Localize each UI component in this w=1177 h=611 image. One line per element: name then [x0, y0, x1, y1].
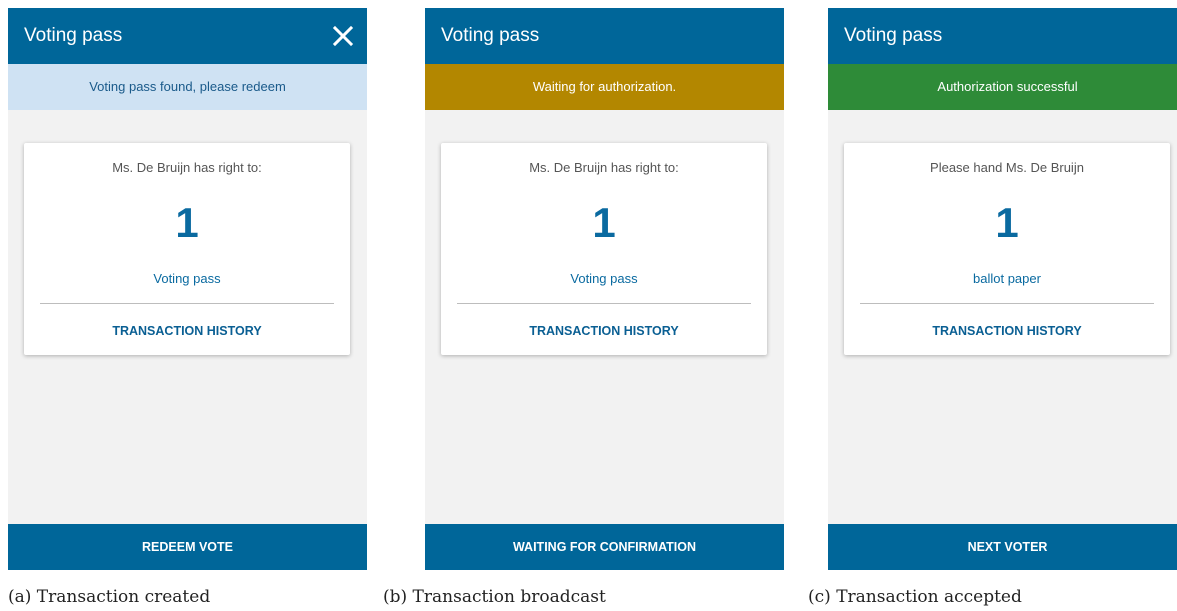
app-bar: Voting pass — [828, 8, 1177, 64]
transaction-history-link[interactable]: TRANSACTION HISTORY — [844, 324, 1170, 338]
card-count: 1 — [592, 199, 616, 246]
card-divider — [457, 303, 751, 304]
ballot-card: Please hand Ms. De Bruijn 1 ballot paper… — [844, 143, 1170, 355]
card-count: 1 — [995, 199, 1019, 246]
app-bar-title: Voting pass — [844, 25, 943, 46]
app-bar: Voting pass — [8, 8, 367, 64]
caption-transaction-broadcast: (b) Transaction broadcast — [383, 587, 606, 607]
status-banner-success: Authorization successful — [828, 64, 1177, 110]
caption-transaction-accepted: (c) Transaction accepted — [808, 587, 1022, 607]
phone-screen-transaction-broadcast: Voting pass Waiting for authorization. M… — [425, 8, 784, 570]
card-divider — [860, 303, 1154, 304]
redeem-vote-button[interactable]: REDEEM VOTE — [8, 524, 367, 570]
card-intro-text: Ms. De Bruijn has right to: — [112, 160, 262, 175]
card-divider — [40, 303, 334, 304]
card-unit-label: Voting pass — [153, 271, 221, 286]
card-intro-text: Please hand Ms. De Bruijn — [930, 160, 1084, 175]
next-voter-button[interactable]: NEXT VOTER — [828, 524, 1177, 570]
voting-right-card: Ms. De Bruijn has right to: 1 Voting pas… — [441, 143, 767, 355]
app-bar-title: Voting pass — [24, 25, 123, 46]
app-bar: Voting pass — [425, 8, 784, 64]
close-icon[interactable] — [331, 24, 355, 48]
card-intro-text: Ms. De Bruijn has right to: — [529, 160, 679, 175]
status-banner-waiting: Waiting for authorization. — [425, 64, 784, 110]
app-bar-title: Voting pass — [441, 25, 540, 46]
card-unit-label: ballot paper — [973, 271, 1041, 286]
caption-transaction-created: (a) Transaction created — [8, 587, 211, 607]
status-banner-info: Voting pass found, please redeem — [8, 64, 367, 110]
voting-right-card: Ms. De Bruijn has right to: 1 Voting pas… — [24, 143, 350, 355]
card-count: 1 — [175, 199, 199, 246]
waiting-for-confirmation-button[interactable]: WAITING FOR CONFIRMATION — [425, 524, 784, 570]
transaction-history-link[interactable]: TRANSACTION HISTORY — [24, 324, 350, 338]
transaction-history-link[interactable]: TRANSACTION HISTORY — [441, 324, 767, 338]
phone-screen-transaction-created: Voting pass Voting pass found, please re… — [8, 8, 367, 570]
card-unit-label: Voting pass — [570, 271, 638, 286]
phone-screen-transaction-accepted: Voting pass Authorization successful Ple… — [828, 8, 1177, 570]
